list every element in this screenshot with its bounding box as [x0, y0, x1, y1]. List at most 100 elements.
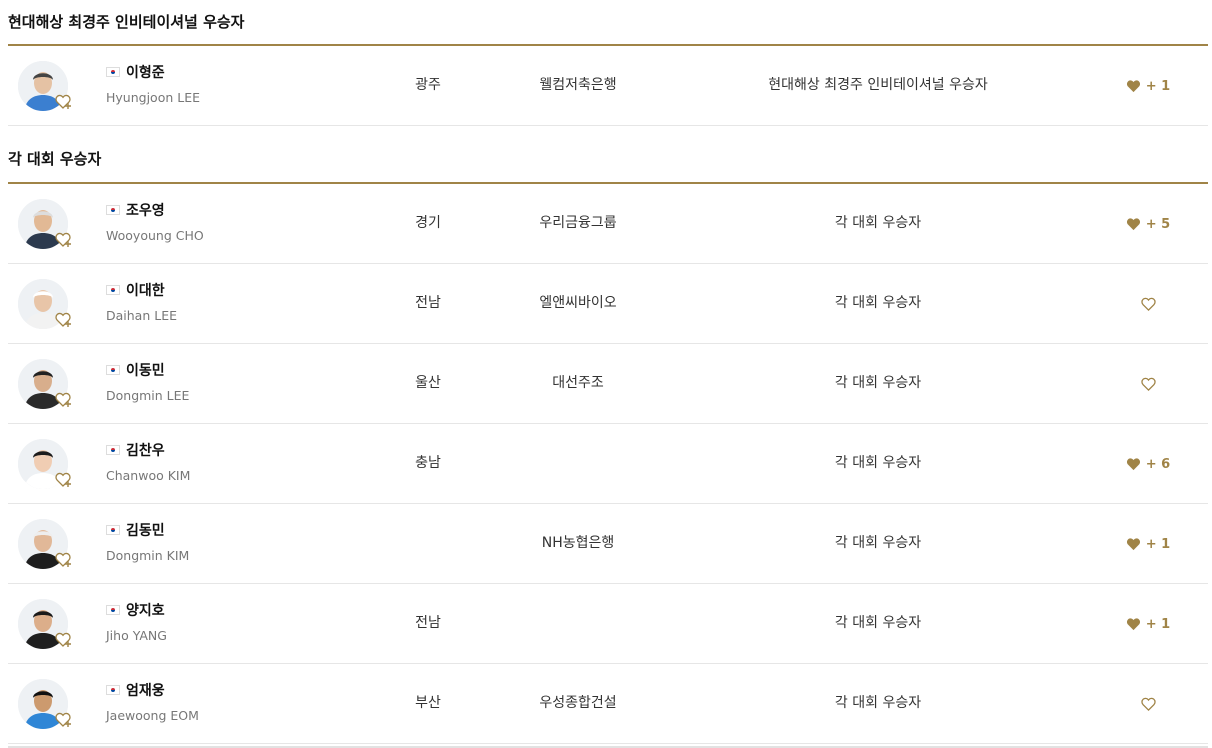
player-name-line: 엄재웅	[106, 680, 199, 700]
player-english-name: Dongmin LEE	[106, 388, 190, 403]
player-win-title: 각 대회 우승자	[834, 295, 922, 311]
like-button[interactable]: + 5	[1108, 184, 1188, 264]
section-title: 각 대회 우승자	[8, 126, 1208, 184]
player-row[interactable]: 김찬우 Chanwoo KIM 충남 각 대회 우승자 + 6	[8, 424, 1208, 504]
player-korean-name[interactable]: 김동민	[126, 520, 165, 540]
player-region: 광주	[415, 77, 441, 93]
player-row[interactable]: 김동민 Dongmin KIM NH농협은행 각 대회 우승자 + 1	[8, 504, 1208, 584]
player-korean-name[interactable]: 이형준	[126, 62, 165, 82]
player-sponsor: 우성종합건설	[539, 695, 617, 711]
like-button[interactable]: + 6	[1108, 424, 1188, 504]
heart-plus-icon[interactable]	[55, 552, 73, 568]
player-region: 경기	[415, 215, 441, 231]
player-korean-name[interactable]: 조우영	[126, 200, 165, 220]
heart-outline-icon[interactable]	[1140, 697, 1156, 711]
like-button[interactable]: + 1	[1108, 584, 1188, 664]
player-sponsor	[508, 584, 648, 664]
player-english-name: Hyungjoon LEE	[106, 90, 201, 105]
player-english-name: Jiho YANG	[106, 628, 167, 643]
player-row[interactable]: 조우영 Wooyoung CHO 경기 우리금융그룹 각 대회 우승자 + 5	[8, 184, 1208, 264]
heart-filled-icon[interactable]	[1126, 457, 1141, 471]
like-count: + 6	[1145, 456, 1171, 472]
heart-filled-icon[interactable]	[1126, 217, 1141, 231]
player-win-title: 각 대회 우승자	[834, 215, 922, 231]
player-name-line: 조우영	[106, 200, 204, 220]
like-count: + 1	[1145, 616, 1171, 632]
heart-plus-icon[interactable]	[55, 632, 73, 648]
korea-flag-icon	[106, 365, 120, 375]
player-win-title: 각 대회 우승자	[834, 615, 922, 631]
player-row[interactable]: 양지호 Jiho YANG 전남 각 대회 우승자 + 1	[8, 584, 1208, 664]
player-name-block[interactable]: 엄재웅 Jaewoong EOM	[106, 680, 199, 723]
player-name-line: 이대한	[106, 280, 177, 300]
player-korean-name[interactable]: 이대한	[126, 280, 165, 300]
heart-plus-icon[interactable]	[55, 312, 73, 328]
player-name-line: 양지호	[106, 600, 167, 620]
player-name-block[interactable]: 양지호 Jiho YANG	[106, 600, 167, 643]
heart-outline-icon[interactable]	[1140, 297, 1156, 311]
player-sponsor: 웰컴저축은행	[539, 77, 617, 93]
like-button[interactable]: + 1	[1108, 504, 1188, 584]
player-win-title: 각 대회 우승자	[834, 455, 922, 471]
heart-plus-icon[interactable]	[55, 94, 73, 110]
player-win-title: 각 대회 우승자	[834, 535, 922, 551]
korea-flag-icon	[106, 605, 120, 615]
heart-filled-icon[interactable]	[1126, 537, 1141, 551]
korea-flag-icon	[106, 525, 120, 535]
player-name-block[interactable]: 이형준 Hyungjoon LEE	[106, 62, 200, 105]
heart-filled-icon[interactable]	[1126, 79, 1141, 93]
player-name-block[interactable]: 조우영 Wooyoung CHO	[106, 200, 204, 243]
korea-flag-icon	[106, 445, 120, 455]
player-korean-name[interactable]: 김찬우	[126, 440, 165, 460]
player-sponsor: 대선주조	[552, 375, 604, 391]
player-english-name: Dongmin KIM	[106, 548, 190, 563]
player-name-line: 김동민	[106, 520, 189, 540]
player-name-block[interactable]: 김동민 Dongmin KIM	[106, 520, 189, 563]
heart-filled-icon[interactable]	[1126, 617, 1141, 631]
player-region: 울산	[415, 375, 441, 391]
player-region: 전남	[415, 615, 441, 631]
player-win-title: 각 대회 우승자	[834, 375, 922, 391]
player-english-name: Jaewoong EOM	[106, 708, 199, 723]
player-row[interactable]: 이대한 Daihan LEE 전남 엘앤씨바이오 각 대회 우승자	[8, 264, 1208, 344]
player-name-line: 이형준	[106, 62, 200, 82]
heart-plus-icon[interactable]	[55, 472, 73, 488]
player-region: 부산	[415, 695, 441, 711]
korea-flag-icon	[106, 67, 120, 77]
winners-list: 현대해상 최경주 인비테이셔널 우승자 이형준 Hyungjoon LEE 광주 웰컴저…	[0, 0, 1212, 748]
player-region: 충남	[415, 455, 441, 471]
korea-flag-icon	[106, 285, 120, 295]
player-name-block[interactable]: 이동민 Dongmin LEE	[106, 360, 189, 403]
player-row[interactable]: 이형준 Hyungjoon LEE 광주 웰컴저축은행 현대해상 최경주 인비테이셔널 …	[8, 46, 1208, 126]
player-name-block[interactable]: 김찬우 Chanwoo KIM	[106, 440, 190, 483]
player-korean-name[interactable]: 양지호	[126, 600, 165, 620]
player-row[interactable]: 엄재웅 Jaewoong EOM 부산 우성종합건설 각 대회 우승자	[8, 664, 1208, 744]
like-count: + 5	[1145, 216, 1171, 232]
player-korean-name[interactable]: 이동민	[126, 360, 165, 380]
like-count: + 1	[1145, 78, 1171, 94]
like-button[interactable]: + 1	[1108, 46, 1188, 126]
heart-plus-icon[interactable]	[55, 232, 73, 248]
player-sponsor: 엘앤씨바이오	[539, 295, 617, 311]
like-button[interactable]	[1108, 264, 1188, 344]
heart-plus-icon[interactable]	[55, 712, 73, 728]
player-english-name: Wooyoung CHO	[106, 228, 204, 243]
korea-flag-icon	[106, 685, 120, 695]
like-count: + 1	[1145, 536, 1171, 552]
heart-plus-icon[interactable]	[55, 392, 73, 408]
player-win-title: 현대해상 최경주 인비테이셔널 우승자	[768, 77, 988, 93]
player-english-name: Chanwoo KIM	[106, 468, 191, 483]
player-korean-name[interactable]: 엄재웅	[126, 680, 165, 700]
player-name-line: 김찬우	[106, 440, 190, 460]
like-button[interactable]	[1108, 664, 1188, 744]
player-sponsor: NH농협은행	[541, 535, 615, 551]
player-name-block[interactable]: 이대한 Daihan LEE	[106, 280, 177, 323]
player-sponsor	[508, 424, 648, 504]
player-row[interactable]: 이동민 Dongmin LEE 울산 대선주조 각 대회 우승자	[8, 344, 1208, 424]
like-button[interactable]	[1108, 344, 1188, 424]
heart-outline-icon[interactable]	[1140, 377, 1156, 391]
player-region: 전남	[415, 295, 441, 311]
korea-flag-icon	[106, 205, 120, 215]
player-win-title: 각 대회 우승자	[834, 695, 922, 711]
player-english-name: Daihan LEE	[106, 308, 177, 323]
